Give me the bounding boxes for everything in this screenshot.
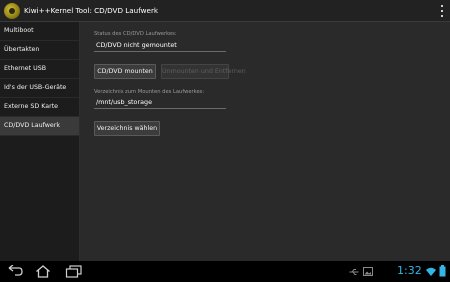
action-bar: Kiwi++Kernel Tool: CD/DVD Laufwerk <box>0 0 450 22</box>
sidebar-item-ethernet-usb[interactable]: Ethernet USB <box>0 60 79 79</box>
dir-field[interactable]: /mnt/usb_storage <box>94 97 226 109</box>
app-icon[interactable] <box>4 2 20 19</box>
main-panel: Status des CD/DVD Laufwerkes: CD/DVD nic… <box>80 22 450 261</box>
dir-label: Verzeichnis zum Mounten des Laufwerkes: <box>94 89 205 95</box>
battery-icon <box>439 265 446 277</box>
system-bar: 1:32 <box>0 261 450 282</box>
sidebar-item-uebertakten[interactable]: Übertakten <box>0 41 79 60</box>
app-title: Kiwi++Kernel Tool: CD/DVD Laufwerk <box>24 6 159 15</box>
status-label: Status des CD/DVD Laufwerkes: <box>94 31 177 37</box>
sidebar-item-cd-dvd[interactable]: CD/DVD Laufwerk <box>0 117 79 136</box>
wifi-icon <box>426 267 436 276</box>
unmount-button[interactable]: Unmounten und Entfernen <box>161 64 246 79</box>
recents-icon[interactable] <box>65 265 83 278</box>
overflow-menu-icon[interactable] <box>440 5 444 17</box>
clock[interactable]: 1:32 <box>397 264 422 277</box>
picture-icon <box>363 267 373 276</box>
home-icon[interactable] <box>35 265 51 278</box>
sidebar-item-external-sd[interactable]: Externe SD Karte <box>0 98 79 117</box>
sidebar: Multiboot Übertakten Ethernet USB Id's d… <box>0 22 80 261</box>
sidebar-item-usb-ids[interactable]: Id's der USB-Geräte <box>0 79 79 98</box>
mount-button[interactable]: CD/DVD mounten <box>94 64 156 79</box>
choose-dir-button[interactable]: Verzeichnis wählen <box>94 121 160 136</box>
status-field: CD/DVD nicht gemountet <box>94 40 226 52</box>
sidebar-item-multiboot[interactable]: Multiboot <box>0 22 79 41</box>
back-icon[interactable] <box>6 265 24 277</box>
usb-icon <box>349 269 359 275</box>
